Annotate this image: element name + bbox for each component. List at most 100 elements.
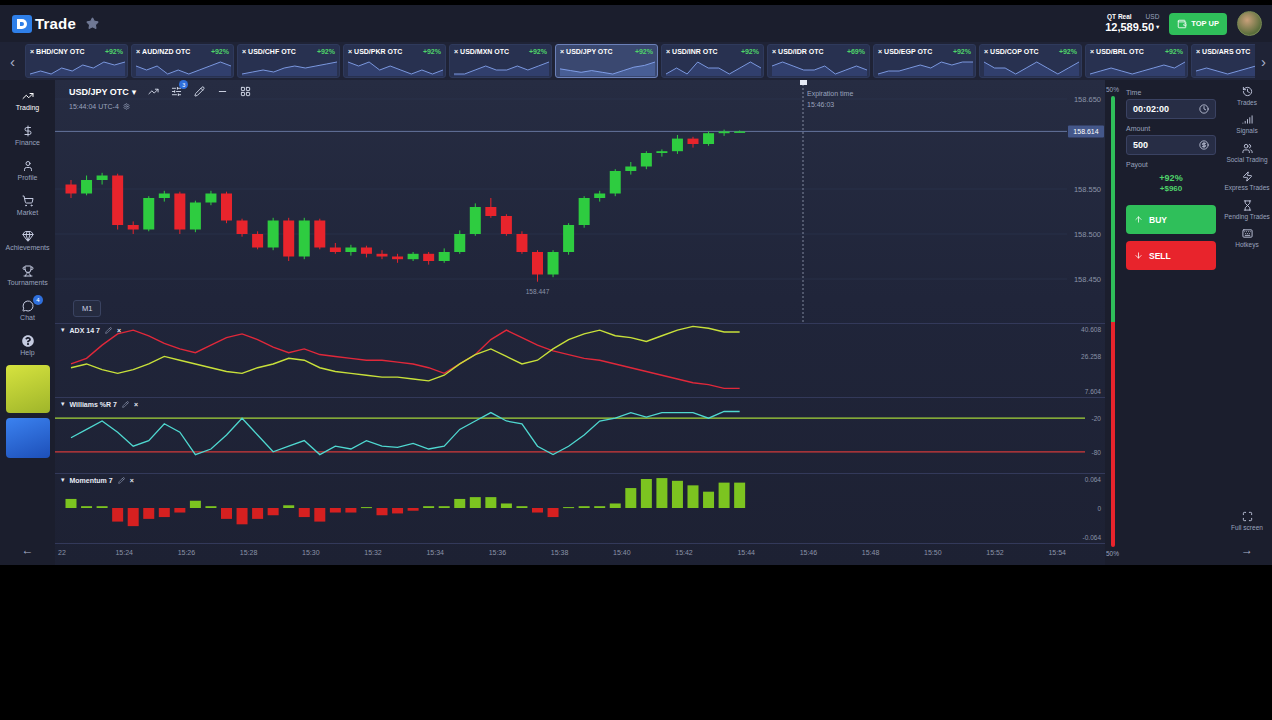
avatar[interactable]	[1237, 11, 1262, 36]
promo-banner[interactable]	[6, 365, 50, 413]
amount-field[interactable]: 500	[1126, 135, 1216, 155]
current-price-line	[55, 131, 1067, 132]
candle	[594, 191, 605, 202]
right-sidebar-item[interactable]: Trades	[1222, 86, 1272, 106]
asset-label: USD/JPY OTC	[566, 48, 613, 55]
close-tab[interactable]: ×	[666, 48, 670, 55]
candle	[143, 196, 154, 231]
sidebar-item[interactable]: Help	[0, 330, 55, 360]
asset-tab[interactable]: ×USD/COP OTC+92%	[979, 44, 1082, 78]
close-tab[interactable]: ×	[136, 48, 140, 55]
right-sidebar-item[interactable]: Social Trading	[1222, 143, 1272, 163]
zoom-out-button[interactable]	[217, 86, 228, 97]
asset-tab[interactable]: ×BHD/CNY OTC+92%	[25, 44, 128, 78]
buy-button[interactable]: BUY	[1126, 205, 1216, 234]
asset-tab[interactable]: ×USD/MXN OTC+92%	[449, 44, 552, 78]
expand-sidebar[interactable]: →	[1241, 539, 1253, 565]
chart-toolbar: USD/JPY OTC▾315:44:04 UTC-4	[69, 86, 251, 110]
pencil-icon[interactable]	[105, 327, 112, 334]
right-sidebar-item[interactable]: Hotkeys	[1222, 228, 1272, 248]
gear-icon[interactable]	[123, 103, 130, 110]
sidebar-item[interactable]: Tournaments	[0, 260, 55, 290]
asset-tab[interactable]: ×USD/CHF OTC+92%	[237, 44, 340, 78]
candle	[66, 180, 77, 198]
time-tick: 15:30	[302, 549, 320, 556]
close-tab[interactable]: ×	[878, 48, 882, 55]
logo[interactable]: Trade	[12, 15, 76, 33]
time-tick: 15:36	[489, 549, 507, 556]
sell-button[interactable]: SELL	[1126, 241, 1216, 270]
asset-tab[interactable]: ×USD/IDR OTC+69%	[767, 44, 870, 78]
sidebar-item[interactable]: Finance	[0, 120, 55, 150]
right-sidebar-item[interactable]: Express Trades	[1222, 171, 1272, 191]
close-tab[interactable]: ×	[454, 48, 458, 55]
time-tick: 15:32	[364, 549, 382, 556]
sidebar-item[interactable]: Chat4	[0, 295, 55, 325]
scroll-right[interactable]: ›	[1255, 44, 1272, 78]
timeframe-button[interactable]: M1	[73, 300, 101, 317]
close-tab[interactable]: ×	[560, 48, 564, 55]
balance-caret: ▾	[1156, 23, 1159, 30]
close-tab[interactable]: ×	[772, 48, 776, 55]
collapse-toggle[interactable]: ▾	[61, 326, 65, 334]
asset-tab[interactable]: ×AUD/NZD OTC+92%	[131, 44, 234, 78]
momentum-bar	[299, 508, 310, 517]
star-icon[interactable]	[86, 17, 99, 30]
close-tab[interactable]: ×	[1090, 48, 1094, 55]
sidebar-item[interactable]: Achievements	[0, 225, 55, 255]
indicator-header: ▾ADX 14 7×	[61, 326, 121, 334]
collapse-sidebar[interactable]: ←	[22, 539, 34, 565]
layout-button[interactable]	[240, 86, 251, 97]
sell-fill	[1111, 322, 1115, 548]
momentum-bar	[159, 508, 170, 517]
time-field[interactable]: 00:02:00	[1126, 99, 1216, 119]
remove-indicator[interactable]: ×	[117, 327, 121, 334]
symbol-selector[interactable]: USD/JPY OTC▾	[69, 87, 136, 97]
remove-indicator[interactable]: ×	[134, 401, 138, 408]
balance[interactable]: QT RealUSD12,589.50▾	[1105, 13, 1159, 33]
drawing-button[interactable]	[194, 86, 205, 97]
asset-tab[interactable]: ×USD/BRL OTC+92%	[1085, 44, 1188, 78]
sentiment-meter: 50%50%	[1105, 80, 1120, 565]
candle	[656, 149, 667, 156]
time-axis: 2215:2415:2615:2815:3015:3215:3415:3615:…	[55, 544, 1105, 560]
sidebar-item[interactable]: Market	[0, 190, 55, 220]
account-type: QT Real	[1107, 13, 1132, 20]
candle	[268, 218, 279, 250]
expiration-marker	[800, 80, 807, 85]
sparkline-area	[878, 62, 973, 76]
pencil-icon[interactable]	[122, 401, 129, 408]
full-screen-button[interactable]: Full screen	[1222, 511, 1272, 531]
close-tab[interactable]: ×	[984, 48, 988, 55]
right-sidebar-label: Social Trading	[1226, 156, 1267, 163]
asset-payout: +92%	[1165, 48, 1183, 55]
close-tab[interactable]: ×	[348, 48, 352, 55]
price-chart[interactable]: 158.650158.550158.500158.450Expiration t…	[55, 80, 1105, 323]
sidebar-item[interactable]: Trading	[0, 85, 55, 115]
close-tab[interactable]: ×	[242, 48, 246, 55]
asset-tab[interactable]: ×USD/JPY OTC+92%	[555, 44, 658, 78]
asset-tab[interactable]: ×USD/PKR OTC+92%	[343, 44, 446, 78]
close-tab[interactable]: ×	[1196, 48, 1200, 55]
sidebar-item[interactable]: Profile	[0, 155, 55, 185]
momentum-bar	[283, 505, 294, 508]
sparkline	[878, 60, 973, 76]
clock-icon	[1199, 104, 1209, 114]
candle	[501, 214, 512, 236]
momentum-bar	[610, 503, 621, 508]
top-up-button[interactable]: TOP UP	[1169, 13, 1227, 35]
right-sidebar-item[interactable]: Signals	[1222, 114, 1272, 134]
right-sidebar-item[interactable]: Pending Trades	[1222, 200, 1272, 220]
indicators-button[interactable]: 3	[171, 86, 182, 97]
chart-type-button[interactable]	[148, 86, 159, 97]
pencil-icon[interactable]	[118, 477, 125, 484]
close-tab[interactable]: ×	[30, 48, 34, 55]
asset-tab[interactable]: ×USD/INR OTC+92%	[661, 44, 764, 78]
collapse-toggle[interactable]: ▾	[61, 400, 65, 408]
asset-tab[interactable]: ×USD/ARS OTC	[1191, 44, 1255, 78]
scroll-left[interactable]: ‹	[0, 44, 25, 78]
asset-tab[interactable]: ×USD/EGP OTC+92%	[873, 44, 976, 78]
remove-indicator[interactable]: ×	[130, 477, 134, 484]
promo-banner[interactable]	[6, 418, 50, 458]
collapse-toggle[interactable]: ▾	[61, 476, 65, 484]
